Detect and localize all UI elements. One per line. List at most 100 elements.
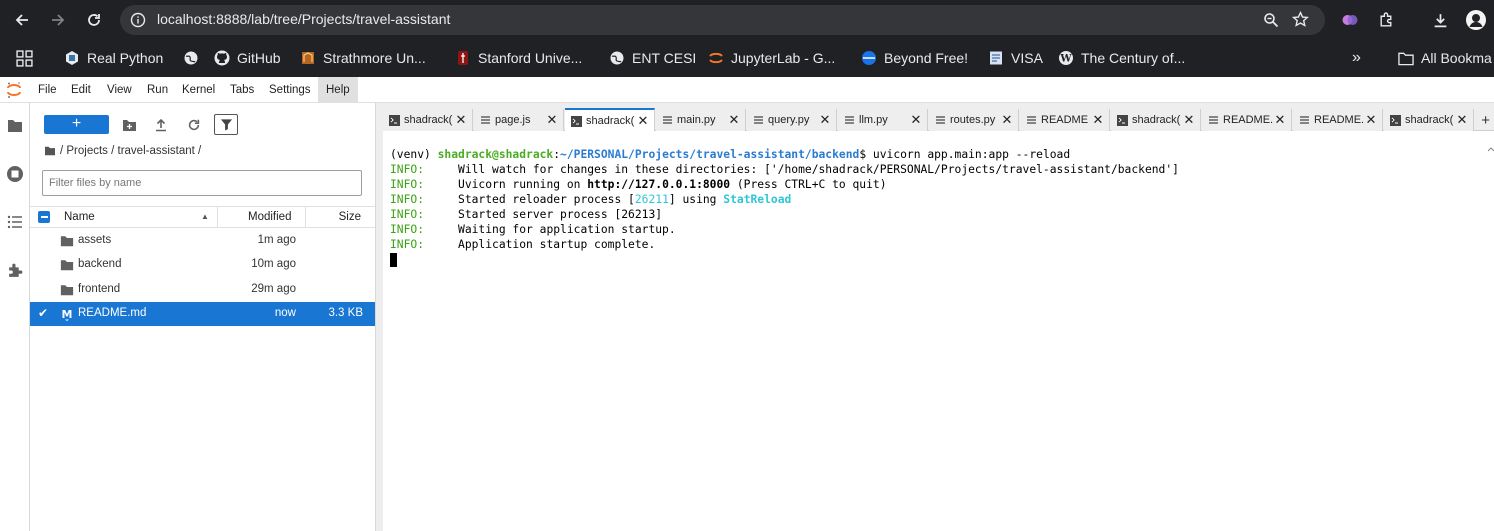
close-icon[interactable]: ✕	[1455, 112, 1469, 128]
close-icon[interactable]: ✕	[1091, 112, 1105, 128]
bookmark-ent-cesi[interactable]: ENT CESI	[609, 48, 696, 68]
column-modified[interactable]: Modified	[248, 211, 291, 223]
column-size[interactable]: Size	[339, 211, 361, 223]
info-icon[interactable]	[130, 12, 146, 28]
close-icon[interactable]: ✕	[1000, 112, 1014, 128]
bookmarks-bar: Real Python GitHub Strathmore Un... Stan…	[0, 39, 1494, 77]
menu-file[interactable]: File	[34, 77, 61, 103]
file-row-frontend[interactable]: frontend 29m ago	[30, 278, 375, 302]
close-icon[interactable]: ✕	[1182, 112, 1196, 128]
tab-routes-py[interactable]: routes.py ✕	[929, 109, 1019, 131]
refresh-icon	[188, 119, 200, 131]
toc-tab[interactable]	[5, 212, 25, 232]
address-bar[interactable]: localhost:8888/lab/tree/Projects/travel-…	[120, 5, 1325, 35]
server-url[interactable]: http://127.0.0.1:8000	[587, 178, 730, 191]
file-name: assets	[78, 234, 112, 246]
tab-readme-2[interactable]: README. ✕	[1202, 109, 1292, 131]
file-row-readme[interactable]: ✔ M README.md now 3.3 KB	[30, 302, 375, 326]
tab-readme-3[interactable]: README. ✕	[1293, 109, 1383, 131]
close-icon[interactable]: ✕	[1273, 112, 1287, 128]
menu-kernel[interactable]: Kernel	[178, 77, 219, 103]
forward-button[interactable]	[46, 8, 70, 32]
terminal[interactable]: (venv) shadrack@shadrack:~/PERSONAL/Proj…	[383, 131, 1494, 531]
file-browser-tab[interactable]	[5, 116, 25, 136]
bookmark-beyond-free[interactable]: Beyond Free!	[861, 48, 968, 68]
checkmark-icon[interactable]: ✔	[38, 306, 48, 320]
log-level: INFO:	[390, 223, 425, 236]
extension-icon-button[interactable]	[1338, 8, 1362, 32]
close-icon[interactable]: ✕	[545, 112, 559, 128]
bookmark-visa[interactable]: VISA	[988, 48, 1043, 68]
new-folder-icon	[122, 119, 136, 131]
sort-up-icon[interactable]: ▲	[201, 212, 209, 221]
downloads-button[interactable]	[1428, 8, 1452, 32]
apps-button[interactable]	[16, 48, 33, 68]
tab-llm-py[interactable]: llm.py ✕	[838, 109, 928, 131]
bookmark-jupyterlab[interactable]: JupyterLab - G...	[708, 48, 835, 68]
extensions-button[interactable]	[1374, 8, 1398, 32]
url-text[interactable]: localhost:8888/lab/tree/Projects/travel-…	[157, 11, 450, 27]
file-row-backend[interactable]: backend 10m ago	[30, 253, 375, 277]
select-all-checkbox[interactable]	[38, 211, 50, 223]
menu-tabs[interactable]: Tabs	[226, 77, 258, 103]
tab-page-js[interactable]: page.js ✕	[474, 109, 564, 131]
menu-help[interactable]: Help	[318, 77, 358, 103]
scroll-up-icon[interactable]	[1488, 145, 1494, 155]
bookmark-globe[interactable]	[183, 48, 206, 68]
process-id: 26211	[634, 193, 669, 206]
close-icon[interactable]: ✕	[1364, 112, 1378, 128]
reload-button[interactable]	[82, 8, 106, 32]
upload-button[interactable]	[152, 116, 170, 134]
column-name[interactable]: Name	[64, 211, 95, 223]
running-sessions-tab[interactable]	[5, 164, 25, 184]
tab-terminal-4[interactable]: shadrack( ✕	[1384, 109, 1474, 131]
bookmark-strathmore[interactable]: Strathmore Un...	[300, 48, 426, 68]
tab-query-py[interactable]: query.py ✕	[747, 109, 837, 131]
panel-splitter[interactable]	[375, 103, 383, 531]
bookmark-stanford[interactable]: Stanford Unive...	[455, 48, 582, 68]
log-line: INFO: Waiting for application startup.	[390, 222, 1179, 237]
file-row-assets[interactable]: assets 1m ago	[30, 229, 375, 253]
tab-terminal-2-active[interactable]: shadrack( ✕	[565, 108, 655, 132]
star-icon[interactable]	[1292, 11, 1309, 28]
bookmark-century[interactable]: W The Century of...	[1058, 48, 1185, 68]
tab-terminal-3[interactable]: shadrack( ✕	[1111, 109, 1201, 131]
bookmarks-overflow-button[interactable]: »	[1352, 48, 1361, 68]
bookmark-label: Stanford Unive...	[478, 50, 583, 66]
menu-settings[interactable]: Settings	[265, 77, 315, 103]
close-icon[interactable]: ✕	[454, 112, 468, 128]
menu-run[interactable]: Run	[143, 77, 172, 103]
add-tab-icon[interactable]: +	[1481, 112, 1490, 129]
back-button[interactable]	[10, 8, 34, 32]
menu-edit[interactable]: Edit	[67, 77, 95, 103]
menu-view[interactable]: View	[103, 77, 136, 103]
refresh-button[interactable]	[185, 116, 203, 134]
extensions-tab[interactable]	[5, 260, 25, 280]
close-icon[interactable]: ✕	[727, 112, 741, 128]
all-bookmarks-button[interactable]: All Bookma	[1398, 48, 1492, 68]
close-icon[interactable]: ✕	[636, 113, 650, 129]
close-icon[interactable]: ✕	[909, 112, 923, 128]
home-folder-icon[interactable]	[44, 146, 56, 156]
filter-toggle-button[interactable]	[214, 114, 238, 135]
puzzle-icon	[1379, 11, 1391, 27]
new-folder-button[interactable]	[120, 116, 138, 134]
tab-terminal-1[interactable]: shadrack( ✕	[383, 109, 473, 131]
log-level: INFO:	[390, 208, 425, 221]
profile-button[interactable]	[1464, 8, 1488, 32]
gemini-extension-icon	[1342, 15, 1358, 25]
markdown-icon: M	[62, 308, 73, 321]
close-icon[interactable]: ✕	[818, 112, 832, 128]
bookmark-github[interactable]: GitHub	[214, 48, 281, 68]
new-launcher-button[interactable]: +	[44, 115, 109, 134]
tab-main-py[interactable]: main.py ✕	[656, 109, 746, 131]
bookmark-real-python[interactable]: Real Python	[64, 48, 163, 68]
strathmore-icon	[300, 50, 316, 66]
filter-input[interactable]: Filter files by name	[42, 170, 362, 196]
zoom-icon[interactable]	[1263, 12, 1279, 28]
breadcrumb-path[interactable]: / Projects / travel-assistant /	[60, 145, 201, 157]
tab-readme-1[interactable]: README ✕	[1020, 109, 1110, 131]
tab-bar: shadrack( ✕ page.js ✕ shadrack( ✕ main.p…	[383, 103, 1494, 132]
bookmark-label: Real Python	[87, 50, 164, 66]
svg-text:M: M	[62, 308, 73, 321]
